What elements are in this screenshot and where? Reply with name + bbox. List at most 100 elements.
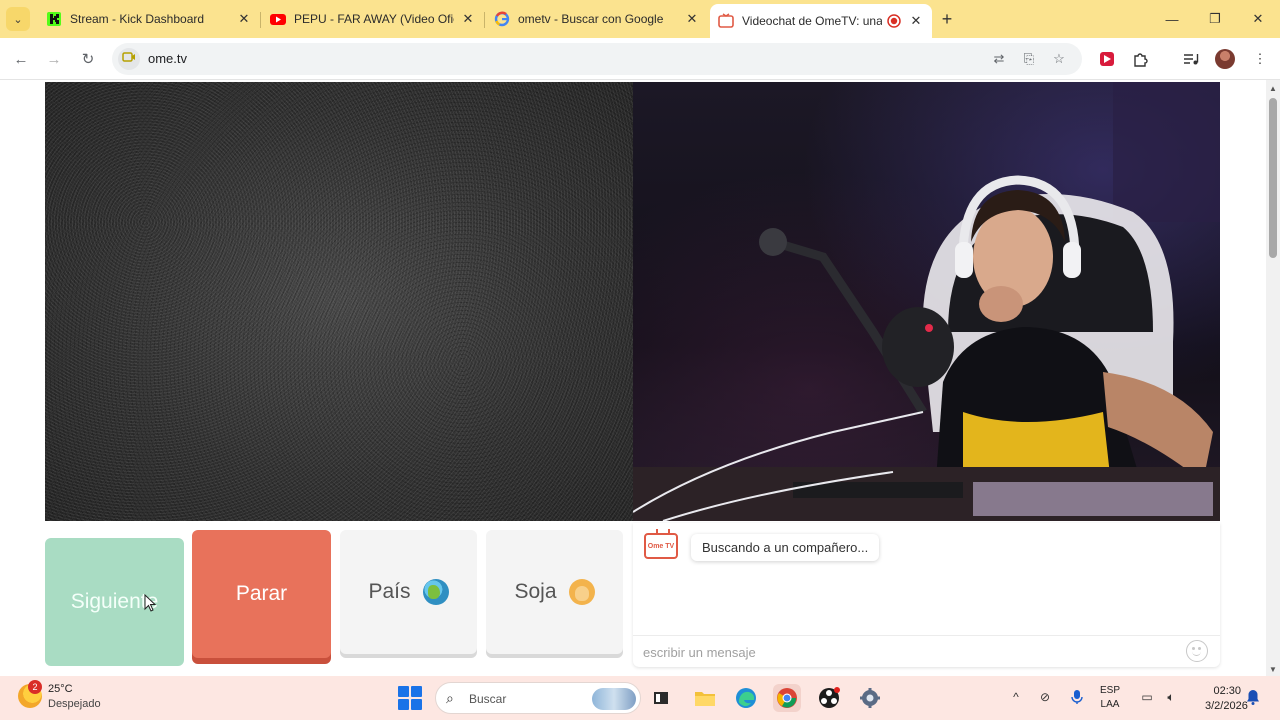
status-text: Buscando a un compañero... xyxy=(702,540,869,555)
tab-label: Videochat de OmeTV: una alternativa xyxy=(742,14,882,28)
person-icon xyxy=(568,579,595,605)
webcam-scene xyxy=(633,82,1220,521)
scroll-down-icon[interactable]: ▼ xyxy=(1269,665,1277,674)
close-icon[interactable]: ✕ xyxy=(684,11,700,27)
tab-google-search[interactable]: ometv - Buscar con Google ✕ xyxy=(486,4,708,34)
close-icon[interactable]: ✕ xyxy=(236,11,252,27)
display-icon[interactable]: ▭ xyxy=(1138,688,1156,706)
weather-temp[interactable]: 25°C xyxy=(48,683,73,695)
browser-toolbar: ← → ↻ ome.tv ⇄ ⎘ ☆ ⋮ xyxy=(0,38,1280,80)
edge-browser-icon[interactable] xyxy=(732,684,760,712)
partner-video-static xyxy=(45,82,633,521)
extension-record-icon[interactable] xyxy=(1097,49,1117,69)
chevron-down-icon: ⌄ xyxy=(13,13,23,26)
volume-icon[interactable]: 🔈︎ xyxy=(1162,688,1180,706)
minimize-button[interactable]: — xyxy=(1162,9,1182,29)
extensions-puzzle-icon[interactable] xyxy=(1131,49,1151,69)
keyboard-layout: LAA xyxy=(1100,699,1120,710)
close-icon[interactable]: ✕ xyxy=(460,11,476,27)
close-window-button[interactable]: ✕ xyxy=(1248,9,1268,29)
close-icon[interactable]: ✕ xyxy=(908,13,924,29)
network-offline-icon[interactable]: ⊘ xyxy=(1036,688,1054,706)
search-highlight-image xyxy=(592,688,636,710)
gender-filter-button[interactable]: Soja xyxy=(486,530,623,654)
tab-search-button[interactable]: ⌄ xyxy=(6,7,30,31)
ometv-logo: Ome TV xyxy=(644,529,678,559)
chrome-browser-icon[interactable] xyxy=(773,684,801,712)
address-bar[interactable]: ome.tv ⇄ ⎘ ☆ xyxy=(112,43,1082,75)
windows-start-icon[interactable] xyxy=(398,686,422,710)
self-webcam-video xyxy=(633,82,1220,521)
restore-button[interactable]: ❐ xyxy=(1205,9,1225,29)
microphone-icon[interactable] xyxy=(1068,688,1086,706)
scroll-up-icon[interactable]: ▲ xyxy=(1269,84,1277,93)
tab-separator xyxy=(260,12,261,28)
close-icon: ✕ xyxy=(1252,11,1264,26)
taskbar-search[interactable]: ⌕ Buscar xyxy=(435,682,641,714)
search-label: Buscar xyxy=(469,692,507,706)
windows-taskbar: 2 25°C Despejado ⌕ Buscar ^ ⊘ ESP LAA ▭ … xyxy=(0,676,1280,720)
avatar[interactable] xyxy=(1215,49,1235,69)
restore-icon: ❐ xyxy=(1209,11,1221,26)
ometv-logo-text: Ome TV xyxy=(647,542,675,550)
language-code: ESP xyxy=(1100,685,1121,696)
tab-label: PEPU - FAR AWAY (Video Oficial) xyxy=(294,12,454,26)
forward-button[interactable]: → xyxy=(44,49,64,69)
site-info-button[interactable] xyxy=(118,48,140,70)
chevron-up-icon[interactable]: ^ xyxy=(1007,688,1025,706)
chat-input-area xyxy=(633,635,1220,667)
page-scrollbar[interactable]: ▲ ▼ xyxy=(1266,80,1280,676)
arrow-left-icon: ← xyxy=(13,50,29,68)
tab-strip: ⌄ Stream - Kick Dashboard ✕ PEPU - FAR A… xyxy=(0,0,1280,38)
google-icon xyxy=(494,11,510,27)
chat-panel: Ome TV Buscando a un compañero... xyxy=(633,523,1220,667)
minimize-icon: — xyxy=(1165,11,1179,27)
country-filter-button[interactable]: País xyxy=(340,530,477,654)
translate-icon[interactable]: ⇄ xyxy=(990,50,1008,68)
static-noise xyxy=(45,82,633,521)
file-explorer-icon[interactable] xyxy=(691,684,719,712)
settings-gear-icon[interactable] xyxy=(856,684,884,712)
gender-button-label: Soja xyxy=(514,580,557,603)
kick-icon xyxy=(46,11,62,27)
ometv-icon xyxy=(718,13,734,29)
scroll-thumb[interactable] xyxy=(1269,98,1277,258)
notification-bell-icon[interactable] xyxy=(1246,689,1260,705)
tab-separator xyxy=(484,12,485,28)
clock-time: 02:30 xyxy=(1213,685,1241,697)
arrow-right-icon: → xyxy=(46,50,62,68)
taskbar-clock[interactable]: 02:30 3/2/2026 xyxy=(1205,684,1248,714)
recording-icon xyxy=(886,13,902,29)
clock-date: 3/2/2026 xyxy=(1205,700,1248,712)
message-input[interactable] xyxy=(643,643,1173,661)
bookmark-star-icon[interactable]: ☆ xyxy=(1050,50,1068,68)
youtube-icon xyxy=(270,11,286,27)
tab-ometv-active[interactable]: Videochat de OmeTV: una alternativa ✕ xyxy=(710,4,932,38)
tab-label: Stream - Kick Dashboard xyxy=(70,12,205,26)
back-button[interactable]: ← xyxy=(11,49,31,69)
next-button[interactable]: Siguiente xyxy=(45,538,184,666)
install-app-icon[interactable]: ⎘ xyxy=(1020,50,1038,68)
ometv-page: Siguiente Parar País Soja Ome TV Buscand… xyxy=(0,80,1266,676)
url-text: ome.tv xyxy=(148,51,188,66)
globe-icon xyxy=(422,579,449,605)
task-view-icon[interactable] xyxy=(647,684,675,712)
country-button-label: País xyxy=(368,580,411,603)
tab-kick-dashboard[interactable]: Stream - Kick Dashboard ✕ xyxy=(38,4,260,34)
stop-button-label: Parar xyxy=(235,582,288,605)
media-control-icon[interactable] xyxy=(1181,49,1201,69)
tab-youtube-video[interactable]: PEPU - FAR AWAY (Video Oficial) ✕ xyxy=(262,4,484,34)
emoji-smile-icon[interactable] xyxy=(1186,640,1208,662)
stop-button[interactable]: Parar xyxy=(192,530,331,658)
search-icon: ⌕ xyxy=(446,690,454,706)
tab-label: ometv - Buscar con Google xyxy=(518,12,664,26)
new-tab-button[interactable]: + xyxy=(937,9,957,29)
weather-description[interactable]: Despejado xyxy=(48,698,101,710)
mouse-cursor-icon xyxy=(144,594,157,612)
obs-studio-icon[interactable] xyxy=(815,684,843,712)
reload-button[interactable]: ↻ xyxy=(78,49,98,69)
more-menu-icon[interactable]: ⋮ xyxy=(1250,49,1270,69)
camera-icon xyxy=(122,50,136,68)
plus-icon: + xyxy=(941,8,953,29)
keyboard-language[interactable]: ESP LAA xyxy=(1100,684,1120,712)
